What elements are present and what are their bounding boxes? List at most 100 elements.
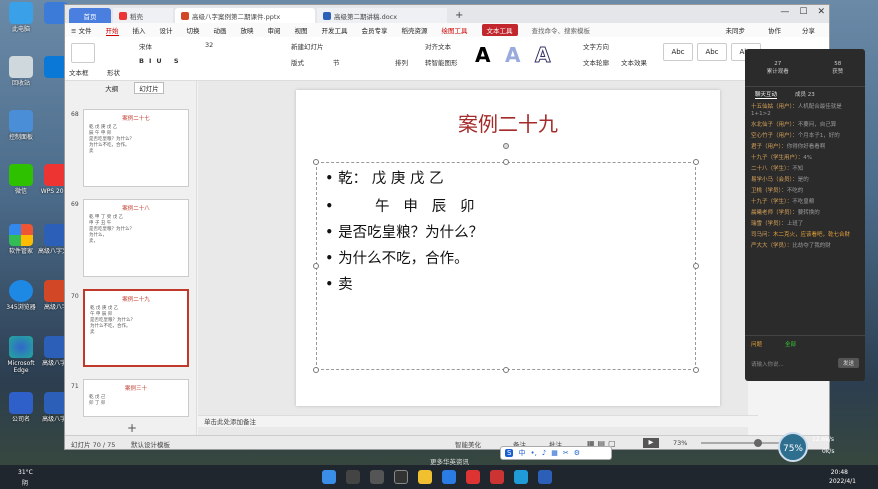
resize-handle[interactable] [313, 159, 319, 165]
all-toggle[interactable]: 全部 [785, 340, 796, 348]
menu-design[interactable]: 设计 [160, 25, 173, 35]
zoom-knob[interactable] [753, 439, 762, 447]
text-box[interactable]: • 乾： 戊 庚 戊 乙 • 午 申 辰 卯 • 是否吃皇粮？为什么？ • 为什… [313, 143, 699, 373]
widgets-icon[interactable] [394, 470, 408, 484]
section-button[interactable]: 节 [333, 57, 340, 67]
desktop-icon-browser[interactable]: 345浏览器 [1, 280, 41, 311]
bold-italic-underline-buttons[interactable]: BIU S [139, 57, 184, 65]
collab-button[interactable]: 协作 [768, 25, 781, 35]
zoom-slider[interactable] [701, 439, 781, 447]
wps-taskbar-icon[interactable] [466, 470, 480, 484]
tab-slides[interactable]: 幻灯片 [134, 82, 164, 94]
tab-home[interactable]: 首页 [69, 8, 111, 23]
search-icon[interactable] [346, 470, 360, 484]
slide-thumb-69[interactable]: 案例二十八 乾 甲 丁 癸 戊 乙 申 子 丑 午 是否吃皇粮？为什么？ 为什么… [83, 199, 189, 277]
slide-title[interactable]: 案例二十九 [296, 108, 720, 137]
text-style-a2[interactable]: A [505, 43, 520, 67]
menu-start[interactable]: 开始 [105, 25, 119, 36]
menu-docer[interactable]: 稻壳资源 [402, 25, 428, 35]
shape-label[interactable]: 形状 [107, 67, 120, 77]
resize-handle[interactable] [693, 263, 699, 269]
explorer-icon[interactable] [418, 470, 432, 484]
textbox-label[interactable]: 文本框 [69, 67, 89, 77]
slide-thumb-70[interactable]: 案例二十九 乾 戊 庚 戊 乙 午 申 辰 卯 是否吃皇粮？为什么？ 为什么不吃… [83, 289, 189, 367]
maximize-button[interactable]: ☐ [799, 7, 807, 17]
align-text-button[interactable]: 对齐文本 [425, 41, 451, 51]
text-effect-button[interactable]: 文本效果 [621, 57, 647, 67]
style-abc-1[interactable]: Abc [663, 43, 693, 61]
resize-handle[interactable] [313, 263, 319, 269]
menu-view[interactable]: 视图 [295, 25, 308, 35]
taskview-icon[interactable] [370, 470, 384, 484]
resize-handle[interactable] [503, 367, 509, 373]
desktop-icon-edge[interactable]: Microsoft Edge [1, 336, 41, 374]
search-command[interactable]: 查找命令、搜索模板 [532, 25, 591, 35]
network-monitor[interactable]: 75% [778, 432, 808, 462]
tab-docer[interactable]: 稻壳 [113, 8, 173, 23]
style-abc-2[interactable]: Abc [697, 43, 727, 61]
resize-handle[interactable] [503, 159, 509, 165]
tab-members[interactable]: 成员 23 [795, 90, 815, 98]
menu-slideshow[interactable]: 放映 [241, 25, 254, 35]
tab-outline[interactable]: 大纲 [105, 83, 118, 93]
menu-devtools[interactable]: 开发工具 [322, 25, 348, 35]
add-slide-button[interactable]: + [127, 421, 137, 435]
minimize-button[interactable]: — [780, 7, 789, 17]
resize-handle[interactable] [693, 159, 699, 165]
skin-icon[interactable]: ✂ [563, 449, 569, 457]
slide-thumb-68[interactable]: 案例二十七 乾 戊 庚 戊 乙 辰 午 申 卯 是否吃皇粮？为什么？ 为什么不吃… [83, 109, 189, 187]
ime-mode[interactable]: 中 [518, 448, 525, 458]
question-toggle[interactable]: 问题 [751, 340, 762, 348]
clock-date[interactable]: 2022/4/1 [829, 478, 856, 485]
ime-toolbar[interactable]: S 中 •, ♪ ▦ ✂ ⚙ [500, 446, 612, 460]
font-name-select[interactable]: 宋体 [139, 41, 152, 51]
menu-transition[interactable]: 切换 [187, 25, 200, 35]
punct-icon[interactable]: •, [530, 449, 536, 457]
text-style-a1[interactable]: A [475, 43, 490, 67]
menu-text-tool[interactable]: 文本工具 [481, 24, 518, 36]
share-button[interactable]: 分享 [802, 25, 815, 35]
menu-review[interactable]: 审阅 [268, 25, 281, 35]
file-menu[interactable]: ≡ 文件 [71, 25, 92, 35]
theme-name[interactable]: 默认设计模板 [131, 439, 170, 449]
text-direction-button[interactable]: 文字方向 [583, 41, 609, 51]
desktop-icon-recycle[interactable]: 回收站 [1, 56, 41, 87]
slide-thumb-71[interactable]: 案例三十 乾 戊 己 卯 丁 卯 [83, 379, 189, 417]
desktop-icon-softmgr[interactable]: 软件管家 [1, 224, 41, 255]
settings-icon[interactable]: ⚙ [574, 449, 580, 457]
textbox-icon[interactable] [71, 43, 95, 63]
text-outline-button[interactable]: 文本轮廓 [583, 57, 609, 67]
arrange-button[interactable]: 排列 [395, 57, 408, 67]
desktop-icon-wechat[interactable]: 微信 [1, 164, 41, 195]
unsynced-status[interactable]: 未同步 [726, 25, 746, 35]
resize-handle[interactable] [693, 367, 699, 373]
tab-pptx[interactable]: 高级八字案例第二期课件.pptx [175, 8, 315, 23]
tab-chat[interactable]: 聊天互动 [755, 90, 778, 99]
start-icon[interactable] [322, 470, 336, 484]
word-taskbar-icon[interactable] [538, 470, 552, 484]
send-button[interactable]: 发送 [837, 358, 859, 368]
zoom-level[interactable]: 73% [673, 439, 687, 447]
clock-time[interactable]: 20:48 [831, 469, 848, 476]
rotate-handle[interactable] [503, 143, 509, 149]
notes-area[interactable]: 单击此处添加备注 [198, 415, 758, 427]
resize-handle[interactable] [313, 367, 319, 373]
new-slide-button[interactable]: 新建幻灯片 [291, 41, 324, 51]
app-taskbar-icon[interactable] [490, 470, 504, 484]
menu-drawing[interactable]: 绘图工具 [442, 25, 468, 35]
desktop-icon-control[interactable]: 控制面板 [1, 110, 41, 141]
menu-insert[interactable]: 插入 [133, 25, 146, 35]
mic-icon[interactable]: ♪ [542, 449, 546, 457]
desktop-icon-company[interactable]: 公司名 [1, 392, 41, 423]
new-tab-button[interactable]: + [449, 8, 469, 23]
font-size-select[interactable]: 32 [205, 41, 213, 49]
weather-temp[interactable]: 31°C [18, 469, 33, 476]
beautify-button[interactable]: 智能美化 [455, 439, 481, 449]
layout-button[interactable]: 版式 [291, 57, 304, 67]
convert-smart-button[interactable]: 转智能图形 [425, 57, 458, 67]
close-button[interactable]: ✕ [817, 7, 825, 17]
menu-vip[interactable]: 会员专享 [362, 25, 388, 35]
keyboard-icon[interactable]: ▦ [551, 449, 558, 457]
menu-animation[interactable]: 动画 [214, 25, 227, 35]
text-style-a3[interactable]: A [534, 43, 551, 68]
